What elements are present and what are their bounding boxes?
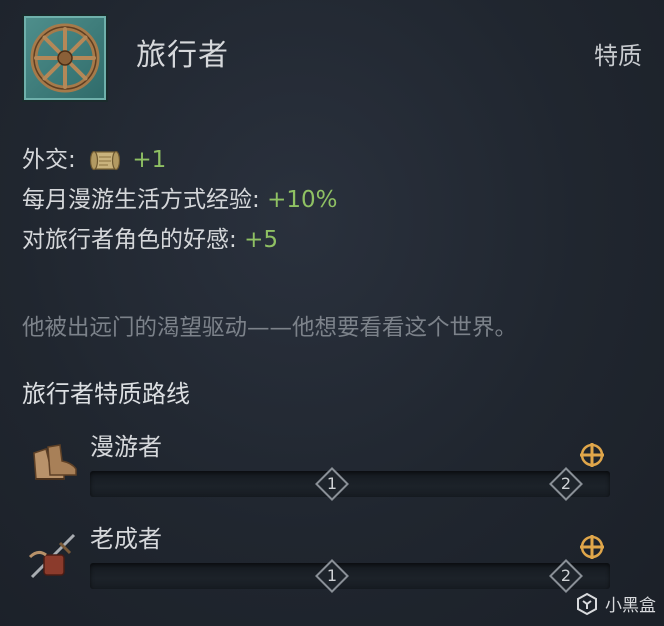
watermark-text: 小黑盒 bbox=[605, 596, 656, 616]
modifier-value: +10% bbox=[267, 187, 338, 213]
modifier-opinion: 对旅行者角色的好感: +5 bbox=[22, 220, 642, 260]
wagon-wheel-icon bbox=[22, 14, 108, 102]
trait-description: 他被出远门的渴望驱动——他想要看看这个世界。 bbox=[22, 315, 518, 341]
marker-number: 2 bbox=[560, 474, 572, 493]
modifier-wanderer-xp: 每月漫游生活方式经验: +10% bbox=[22, 180, 642, 220]
track-progress-bar bbox=[90, 563, 610, 589]
trait-title: 旅行者 bbox=[136, 38, 229, 73]
trait-type-label: 特质 bbox=[594, 42, 642, 70]
track-wanderer: 漫游者 1 2 bbox=[22, 425, 642, 525]
track-name: 老成者 bbox=[90, 525, 162, 553]
trait-header: 旅行者 特质 bbox=[0, 0, 664, 110]
modifier-label: 外交: bbox=[22, 147, 76, 173]
track-section-title: 旅行者特质路线 bbox=[22, 380, 190, 408]
modifier-list: 外交: +1 每月漫游生活方式经验: +10% 对旅行者角色的好感: +5 bbox=[22, 140, 642, 260]
track-marker-level-1[interactable]: 1 bbox=[314, 558, 350, 594]
scroll-icon bbox=[89, 147, 121, 175]
track-marker-level-2[interactable]: 2 bbox=[548, 558, 584, 594]
modifier-value: +1 bbox=[132, 147, 167, 173]
modifier-value: +5 bbox=[244, 227, 278, 253]
modifier-diplomacy: 外交: +1 bbox=[22, 140, 642, 180]
track-marker-level-2[interactable]: 2 bbox=[548, 466, 584, 502]
plus-icon[interactable] bbox=[578, 533, 606, 561]
track-marker-level-1[interactable]: 1 bbox=[314, 466, 350, 502]
track-name: 漫游者 bbox=[90, 433, 162, 461]
track-progress-bar bbox=[90, 471, 610, 497]
modifier-label: 对旅行者角色的好感: bbox=[22, 227, 237, 253]
track-veteran: 老成者 1 2 bbox=[22, 517, 642, 617]
watermark: 小黑盒 bbox=[575, 591, 656, 616]
modifier-label: 每月漫游生活方式经验: bbox=[22, 187, 260, 213]
sword-and-pack-icon bbox=[24, 527, 84, 583]
trait-tooltip: { "header": { "icon": "wagon-wheel-icon"… bbox=[0, 0, 664, 626]
plus-icon[interactable] bbox=[578, 441, 606, 469]
marker-number: 2 bbox=[560, 566, 572, 585]
xiaoheihe-logo-icon bbox=[575, 592, 599, 616]
marker-number: 1 bbox=[326, 566, 338, 585]
boots-icon bbox=[24, 435, 84, 491]
marker-number: 1 bbox=[326, 474, 338, 493]
